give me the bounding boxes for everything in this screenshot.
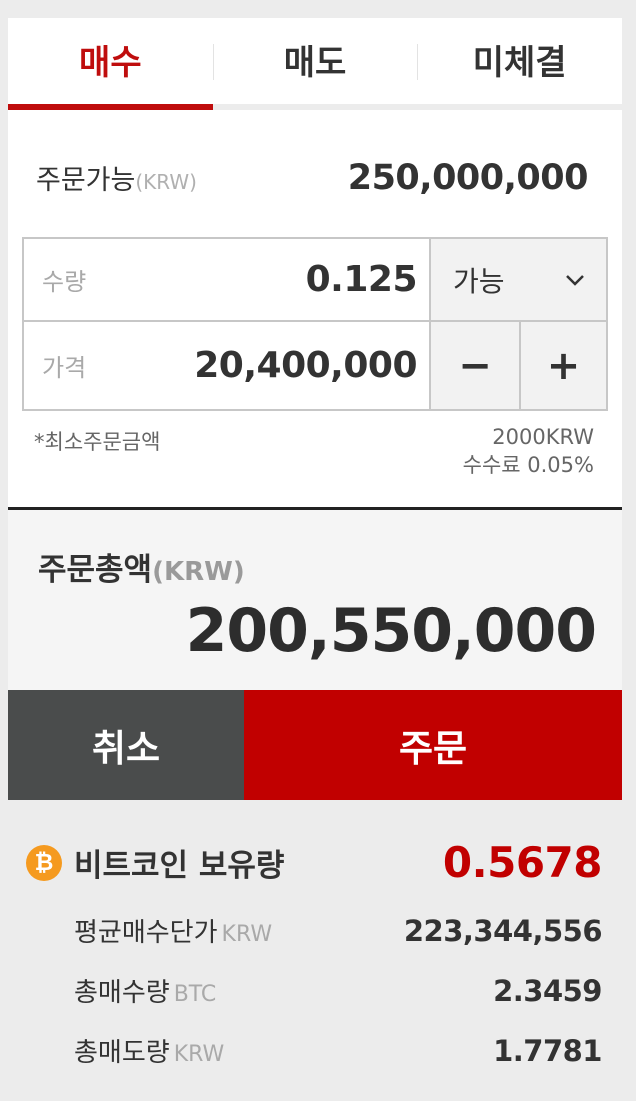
stat-value: 1.7781	[493, 1034, 602, 1068]
order-panel: 매수 매도 미체결 주문가능(KRW) 250,000,000 수량 0.125…	[8, 18, 622, 800]
available-unit: (KRW)	[135, 170, 197, 194]
order-button-label: 주문	[398, 727, 468, 770]
quantity-value[interactable]: 0.125	[306, 259, 418, 300]
tab-buy-label: 매수	[79, 42, 142, 83]
price-label: 가격	[42, 354, 87, 382]
bitcoin-icon: ₿	[26, 844, 62, 881]
min-order-note: *최소주문금액	[34, 430, 161, 454]
tab-sell[interactable]: 매도	[213, 18, 418, 104]
order-tabs: 매수 매도 미체결	[8, 18, 622, 110]
fee-rate: 수수료 0.05%	[462, 453, 594, 477]
quantity-field[interactable]: 수량 0.125	[24, 239, 429, 320]
stat-label: 평균매수단가	[74, 918, 218, 948]
chevron-down-icon	[566, 274, 584, 286]
cancel-button[interactable]: 취소	[8, 690, 244, 800]
stat-avg-buy-price: 평균매수단가 KRW 223,344,556	[74, 912, 603, 949]
holdings-header: ₿ 비트코인 보유량 0.5678	[26, 838, 603, 887]
tab-sell-label: 매도	[283, 42, 347, 83]
price-value[interactable]: 20,400,000	[194, 345, 417, 386]
available-label-group: 주문가능(KRW)	[36, 158, 197, 197]
grid-divider	[519, 320, 521, 409]
stat-value: 223,344,556	[403, 914, 603, 948]
quantity-label: 수량	[42, 268, 87, 296]
tab-unfilled-label: 미체결	[472, 42, 567, 83]
stat-unit: BTC	[173, 982, 217, 1007]
total-value: 200,550,000	[185, 596, 597, 666]
available-value: 250,000,000	[347, 158, 589, 198]
total-label: 주문총액	[38, 552, 153, 588]
stat-label-group: 총매수량 BTC	[74, 972, 216, 1009]
quantity-mode-dropdown[interactable]: 가능	[431, 239, 606, 320]
price-increase-button[interactable]: +	[521, 322, 606, 409]
holdings-value: 0.5678	[442, 838, 603, 887]
stat-unit: KRW	[173, 1042, 225, 1067]
holdings-title: 비트코인 보유량	[74, 848, 285, 884]
dropdown-selected: 가능	[453, 264, 505, 298]
min-order-amount: 2000KRW	[492, 425, 594, 449]
price-field[interactable]: 가격 20,400,000	[24, 322, 429, 409]
stat-label-group: 평균매수단가 KRW	[74, 912, 272, 949]
cancel-button-label: 취소	[91, 727, 161, 770]
stat-label: 총매수량	[74, 978, 170, 1008]
total-unit: (KRW)	[152, 557, 245, 587]
holdings-title-group: ₿ 비트코인 보유량	[26, 840, 284, 885]
order-total-box: 주문총액(KRW) 200,550,000	[8, 510, 622, 690]
tab-divider	[213, 44, 214, 80]
stat-label: 총매도량	[74, 1038, 170, 1068]
tab-divider	[417, 44, 418, 80]
stat-total-bought: 총매수량 BTC 2.3459	[74, 972, 602, 1009]
minus-icon: −	[458, 342, 492, 389]
grid-divider	[429, 239, 431, 409]
plus-icon: +	[546, 342, 581, 389]
order-input-grid: 수량 0.125 가격 20,400,000 가능 − +	[22, 237, 608, 411]
stat-unit: KRW	[221, 922, 273, 947]
tab-buy[interactable]: 매수	[8, 18, 213, 110]
order-button[interactable]: 주문	[244, 690, 622, 800]
stat-label-group: 총매도량 KRW	[74, 1032, 224, 1069]
available-label: 주문가능	[36, 165, 136, 196]
fee-note: 2000KRW 수수료 0.05%	[463, 423, 594, 479]
stat-total-sold: 총매도량 KRW 1.7781	[74, 1032, 602, 1069]
grid-divider	[24, 320, 606, 322]
available-row: 주문가능(KRW) 250,000,000	[36, 158, 589, 198]
total-label-group: 주문총액(KRW)	[38, 544, 245, 589]
tab-unfilled[interactable]: 미체결	[417, 18, 622, 104]
stat-value: 2.3459	[493, 974, 602, 1008]
price-decrease-button[interactable]: −	[431, 322, 519, 409]
